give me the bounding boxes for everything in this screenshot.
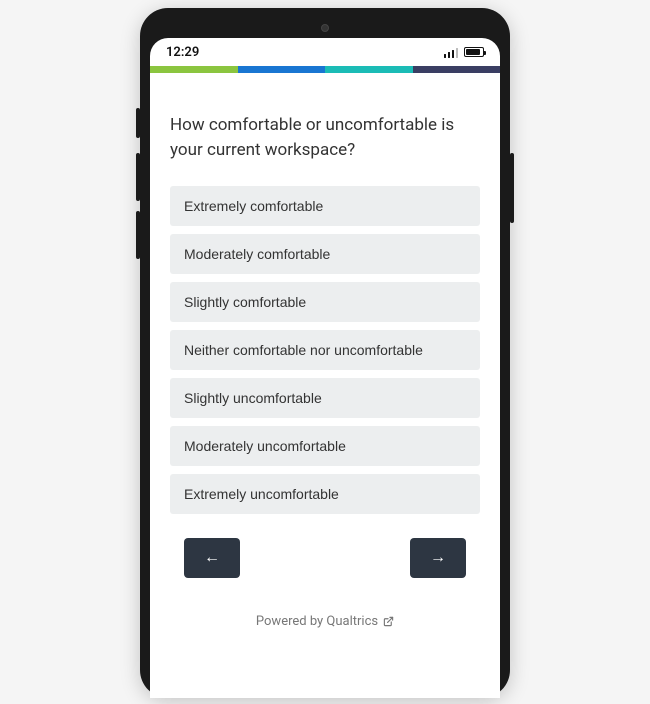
footer: Powered by Qualtrics [170, 594, 480, 635]
back-button[interactable]: ← [184, 538, 240, 578]
next-button[interactable]: → [410, 538, 466, 578]
arrow-left-icon: ← [204, 549, 220, 567]
phone-button-right [510, 153, 514, 223]
status-right [444, 47, 485, 58]
nav-buttons: ← → [170, 514, 480, 594]
option-slightly-uncomfortable[interactable]: Slightly uncomfortable [170, 378, 480, 418]
status-time: 12:29 [166, 45, 199, 60]
status-bar: 12:29 [150, 38, 500, 66]
signal-icon [444, 47, 459, 58]
question-text: How comfortable or uncomfortable is your… [170, 113, 480, 162]
option-extremely-uncomfortable[interactable]: Extremely uncomfortable [170, 474, 480, 514]
option-extremely-comfortable[interactable]: Extremely comfortable [170, 186, 480, 226]
phone-button-left-2 [136, 153, 140, 201]
phone-camera-icon [321, 24, 329, 32]
progress-segment-3 [325, 66, 413, 73]
battery-icon [464, 47, 484, 57]
option-neither[interactable]: Neither comfortable nor uncomfortable [170, 330, 480, 370]
survey-content: How comfortable or uncomfortable is your… [150, 73, 500, 698]
external-link-icon [383, 616, 394, 627]
phone-frame: 12:29 How comfortable or uncomfortable i… [140, 8, 510, 698]
phone-button-left-1 [136, 108, 140, 138]
progress-segment-1 [150, 66, 238, 73]
option-slightly-comfortable[interactable]: Slightly comfortable [170, 282, 480, 322]
option-moderately-comfortable[interactable]: Moderately comfortable [170, 234, 480, 274]
phone-button-left-3 [136, 211, 140, 259]
progress-bar [150, 66, 500, 73]
arrow-right-icon: → [430, 549, 446, 567]
phone-top-bezel [150, 18, 500, 38]
option-moderately-uncomfortable[interactable]: Moderately uncomfortable [170, 426, 480, 466]
progress-segment-4 [413, 66, 501, 73]
progress-segment-2 [238, 66, 326, 73]
powered-by-link[interactable]: Powered by Qualtrics [256, 614, 394, 629]
options-list: Extremely comfortable Moderately comfort… [170, 186, 480, 514]
powered-by-label: Powered by Qualtrics [256, 614, 378, 629]
phone-screen: 12:29 How comfortable or uncomfortable i… [150, 38, 500, 698]
